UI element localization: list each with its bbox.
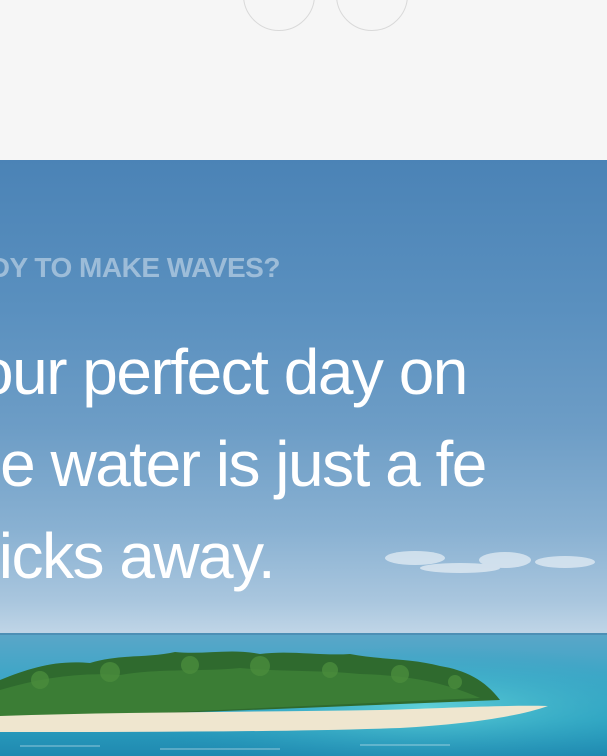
headline-line: he water is just a fe bbox=[0, 428, 487, 500]
headline-line: licks away. bbox=[0, 520, 276, 592]
carousel-prev-button[interactable] bbox=[243, 0, 315, 31]
chevron-right-icon bbox=[365, 0, 379, 2]
hero-banner: ADY TO MAKE WAVES? our perfect day on he… bbox=[0, 160, 607, 756]
headline-line: our perfect day on bbox=[0, 336, 468, 408]
carousel-controls bbox=[0, 0, 607, 160]
chevron-left-icon bbox=[272, 0, 286, 2]
carousel-next-button[interactable] bbox=[336, 0, 408, 31]
page: ADY TO MAKE WAVES? our perfect day on he… bbox=[0, 0, 607, 756]
hero-eyebrow: ADY TO MAKE WAVES? bbox=[0, 252, 280, 283]
hero-headline: our perfect day on he water is just a fe… bbox=[0, 326, 487, 602]
